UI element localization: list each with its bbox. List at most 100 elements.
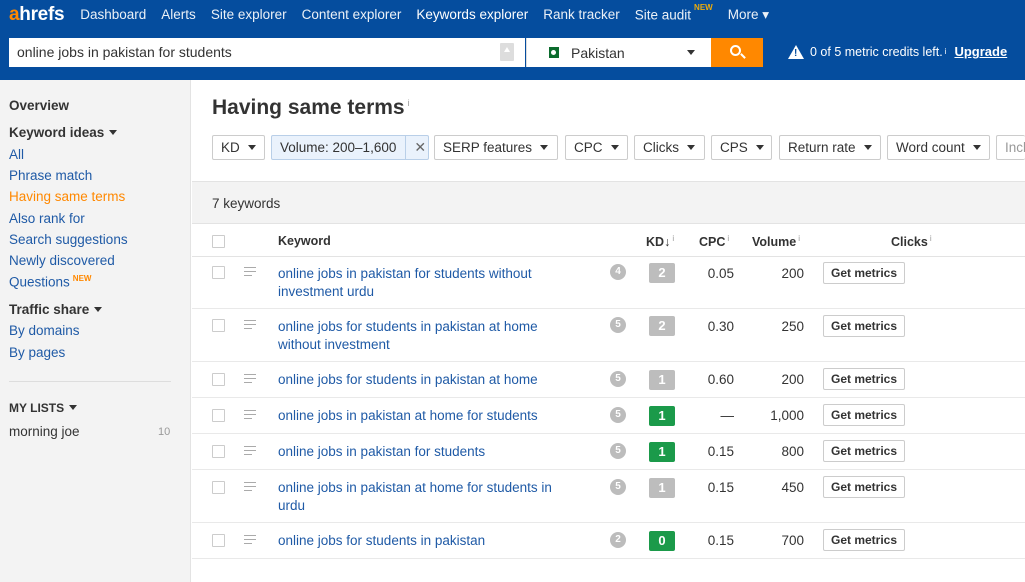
keyword-link[interactable]: online jobs for students in pakistan at … [278, 371, 563, 389]
keyword-link[interactable]: online jobs in pakistan at home for stud… [278, 407, 563, 425]
filter-volume[interactable]: Volume: 200–1,600 ✕ [271, 135, 429, 160]
serp-features-badge[interactable]: 2 [610, 532, 626, 548]
cpc-value: 0.60 [707, 372, 734, 387]
sidebar-item-also-rank-for[interactable]: Also rank for [9, 211, 85, 226]
sidebar-item-all[interactable]: All [9, 147, 24, 162]
chevron-down-icon [69, 405, 78, 410]
filter-serp-features[interactable]: SERP features [434, 135, 558, 160]
sidebar-traffic-share[interactable]: Traffic share [9, 302, 103, 317]
info-icon[interactable]: i [930, 234, 932, 243]
add-to-list-icon[interactable] [244, 535, 258, 545]
info-icon[interactable]: i [672, 234, 674, 243]
col-volume[interactable]: Volume i [752, 234, 800, 249]
row-checkbox[interactable] [212, 266, 225, 279]
table-row: online jobs in pakistan for students 5 1… [192, 434, 1025, 470]
sidebar-overview[interactable]: Overview [9, 98, 69, 113]
info-icon[interactable]: i [408, 98, 410, 108]
get-metrics-button[interactable]: Get metrics [823, 529, 905, 551]
upgrade-link[interactable]: Upgrade [954, 44, 1007, 59]
page-title: Having same terms i [212, 96, 410, 120]
row-checkbox[interactable] [212, 319, 225, 332]
volume-value: 200 [781, 266, 804, 281]
serp-features-badge[interactable]: 5 [610, 317, 626, 333]
close-icon[interactable]: ✕ [405, 136, 426, 159]
chevron-down-icon [755, 145, 764, 150]
nav-alerts[interactable]: Alerts [161, 7, 196, 23]
nav-keywords-explorer[interactable]: Keywords explorer [416, 7, 528, 23]
col-cpc[interactable]: CPC i [699, 234, 729, 249]
sidebar-item-questions[interactable]: Questions NEW [9, 274, 91, 290]
keyword-link[interactable]: online jobs for students in pakistan [278, 532, 563, 550]
info-icon[interactable]: i [798, 234, 800, 243]
add-to-list-icon[interactable] [244, 374, 258, 384]
filter-cpc[interactable]: CPC [565, 135, 628, 160]
add-to-list-icon[interactable] [244, 410, 258, 420]
sidebar-item-by-domains[interactable]: By domains [9, 323, 80, 338]
keyword-ideas-label: Keyword ideas [9, 125, 105, 140]
chevron-down-icon [540, 145, 549, 150]
filter-word-count[interactable]: Word count [887, 135, 990, 160]
col-keyword[interactable]: Keyword [278, 234, 331, 248]
list-item-morning-joe[interactable]: morning joe [9, 424, 80, 439]
filter-cps[interactable]: CPS [711, 135, 772, 160]
search-button[interactable] [711, 38, 763, 67]
keyword-link[interactable]: online jobs for students in pakistan at … [278, 318, 563, 353]
get-metrics-button[interactable]: Get metrics [823, 315, 905, 337]
search-input[interactable]: online jobs in pakistan for students [9, 38, 525, 67]
keyword-link[interactable]: online jobs in pakistan for students wit… [278, 265, 563, 300]
table-row: online jobs for students in pakistan at … [192, 362, 1025, 398]
keyword-count: 7 keywords [212, 196, 281, 211]
sidebar-item-by-pages[interactable]: By pages [9, 345, 65, 360]
row-checkbox[interactable] [212, 373, 225, 386]
sidebar-keyword-ideas[interactable]: Keyword ideas [9, 125, 118, 140]
row-checkbox[interactable] [212, 481, 225, 494]
sidebar-item-phrase-match[interactable]: Phrase match [9, 168, 92, 183]
col-clicks[interactable]: Clicks i [891, 234, 932, 249]
cpc-value: 0.05 [707, 266, 734, 281]
top-nav: ahrefs Dashboard Alerts Site explorer Co… [0, 0, 1025, 30]
add-to-list-icon[interactable] [244, 267, 258, 277]
keyword-link[interactable]: online jobs in pakistan for students [278, 443, 563, 461]
filter-include[interactable]: Incl [996, 135, 1025, 160]
nav-dashboard[interactable]: Dashboard [80, 7, 146, 23]
upload-file-icon[interactable] [500, 43, 514, 61]
col-kd[interactable]: KD↓ i [646, 234, 674, 249]
nav-site-explorer[interactable]: Site explorer [211, 7, 287, 23]
ahrefs-logo[interactable]: ahrefs [9, 4, 65, 26]
keyword-link[interactable]: online jobs in pakistan at home for stud… [278, 479, 563, 514]
filter-kd[interactable]: KD [212, 135, 265, 160]
sidebar-item-search-suggestions[interactable]: Search suggestions [9, 232, 128, 247]
add-to-list-icon[interactable] [244, 482, 258, 492]
get-metrics-button[interactable]: Get metrics [823, 404, 905, 426]
add-to-list-icon[interactable] [244, 446, 258, 456]
chevron-down-icon [94, 307, 103, 312]
nav-site-audit[interactable]: Site audit NEW [635, 3, 713, 23]
get-metrics-button[interactable]: Get metrics [823, 262, 905, 284]
sidebar-item-having-same-terms[interactable]: Having same terms [9, 189, 125, 204]
row-checkbox[interactable] [212, 534, 225, 547]
row-checkbox[interactable] [212, 445, 225, 458]
info-icon[interactable]: i [727, 234, 729, 243]
get-metrics-button[interactable]: Get metrics [823, 440, 905, 462]
sidebar-my-lists[interactable]: MY LISTS [9, 401, 78, 415]
row-checkbox[interactable] [212, 409, 225, 422]
get-metrics-button[interactable]: Get metrics [823, 476, 905, 498]
get-metrics-button[interactable]: Get metrics [823, 368, 905, 390]
nav-more[interactable]: More ▾ [728, 7, 769, 23]
add-to-list-icon[interactable] [244, 320, 258, 330]
serp-features-badge[interactable]: 5 [610, 371, 626, 387]
serp-features-badge[interactable]: 4 [610, 264, 626, 280]
serp-features-badge[interactable]: 5 [610, 407, 626, 423]
nav-content-explorer[interactable]: Content explorer [302, 7, 402, 23]
filter-return-rate[interactable]: Return rate [779, 135, 881, 160]
serp-features-badge[interactable]: 5 [610, 479, 626, 495]
select-all-checkbox[interactable] [212, 235, 225, 248]
nav-rank-tracker[interactable]: Rank tracker [543, 7, 620, 23]
info-icon[interactable]: i [945, 47, 947, 56]
sidebar-item-newly-discovered[interactable]: Newly discovered [9, 253, 115, 268]
country-select[interactable]: Pakistan [526, 38, 711, 67]
filter-clicks[interactable]: Clicks [634, 135, 705, 160]
search-bar: online jobs in pakistan for students Pak… [0, 30, 1025, 80]
serp-features-badge[interactable]: 5 [610, 443, 626, 459]
chevron-down-icon [863, 145, 872, 150]
